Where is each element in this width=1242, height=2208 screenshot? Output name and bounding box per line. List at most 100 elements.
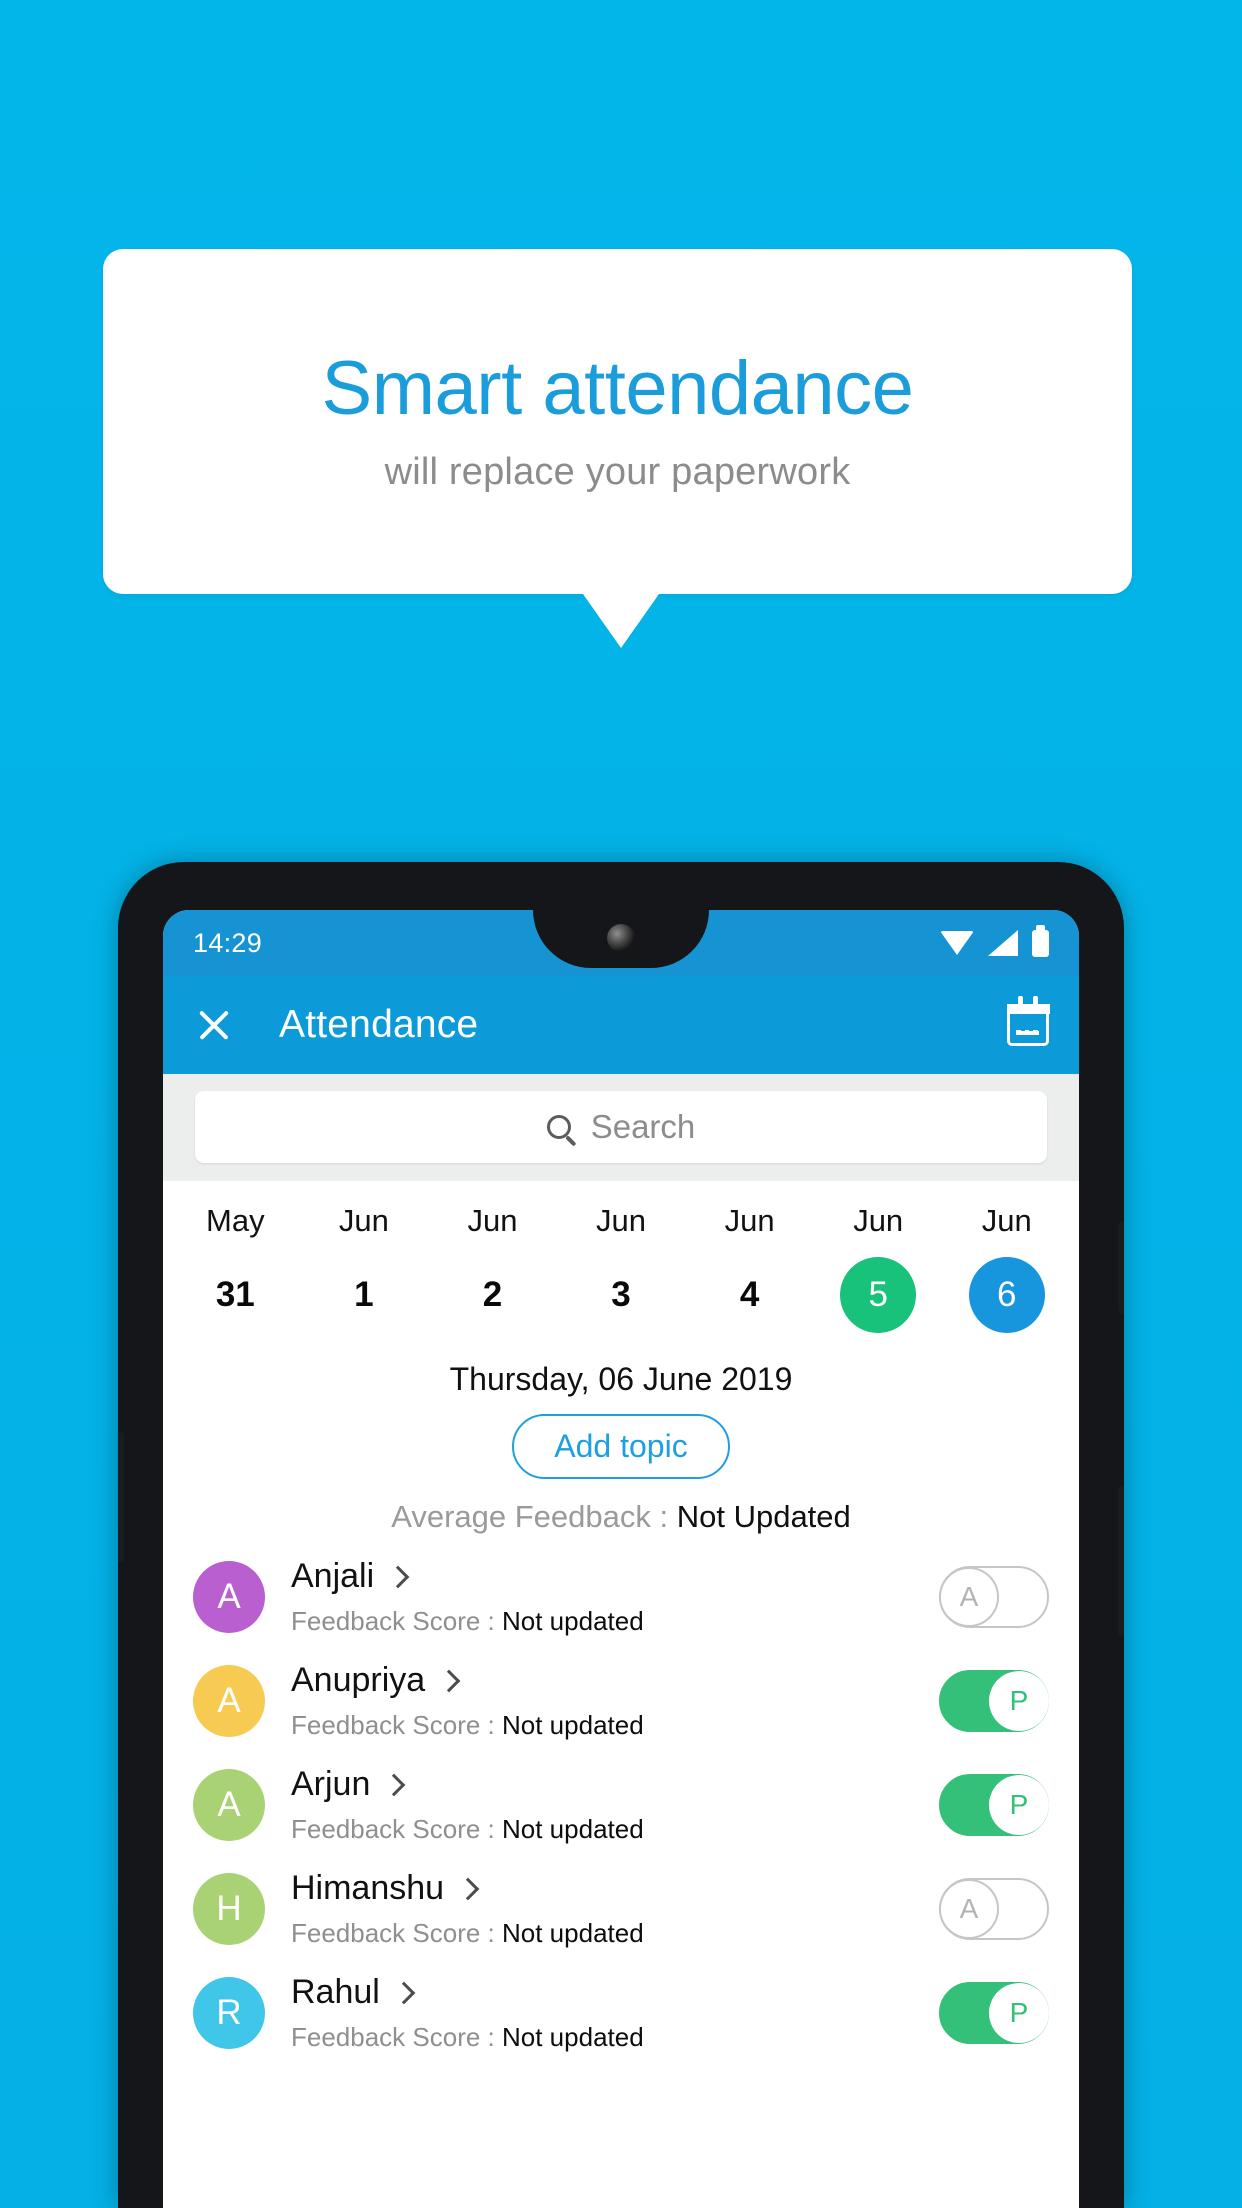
date-day-today: 5 (840, 1257, 917, 1333)
chevron-right-icon[interactable] (386, 1565, 410, 1588)
phone-screen: 14:29 Attendance Search May 31 Jun 1 Jun… (163, 910, 1079, 2208)
promo-title: Smart attendance (321, 346, 914, 432)
feedback-score: Feedback Score : Not updated (291, 1918, 939, 1949)
student-name: Anjali (291, 1557, 375, 1595)
feedback-score-value: Not updated (502, 1814, 644, 1844)
avatar: A (193, 1665, 265, 1737)
attendance-toggle[interactable]: P (939, 1774, 1049, 1836)
table-row[interactable]: A Anjali Feedback Score : Not updated A (163, 1545, 1079, 1649)
search-input[interactable]: Search (195, 1091, 1047, 1163)
student-name-row: Arjun (291, 1765, 939, 1804)
student-list: A Anjali Feedback Score : Not updated A … (163, 1545, 1079, 2065)
date-month: Jun (596, 1203, 647, 1238)
student-name-row: Anupriya (291, 1661, 939, 1700)
average-feedback-value: Not Updated (676, 1499, 851, 1534)
table-row[interactable]: H Himanshu Feedback Score : Not updated … (163, 1857, 1079, 1961)
feedback-score-label: Feedback Score : (291, 1918, 502, 1948)
phone-side-button-bottom (1118, 1486, 1124, 1636)
close-icon[interactable] (193, 1004, 235, 1046)
date-cell-5[interactable]: Jun 5 (814, 1203, 943, 1333)
battery-icon (1032, 924, 1049, 957)
feedback-score-value: Not updated (502, 1710, 644, 1740)
status-time: 14:29 (193, 927, 263, 958)
add-topic-button[interactable]: Add topic (512, 1414, 730, 1479)
feedback-score-value: Not updated (502, 2022, 644, 2052)
student-info: Himanshu Feedback Score : Not updated (291, 1869, 939, 1949)
table-row[interactable]: R Rahul Feedback Score : Not updated P (163, 1961, 1079, 2065)
student-name-row: Rahul (291, 1973, 939, 2012)
date-cell-0[interactable]: May 31 (171, 1203, 300, 1333)
date-month: Jun (724, 1203, 775, 1238)
student-info: Arjun Feedback Score : Not updated (291, 1765, 939, 1845)
promo-callout-card: Smart attendance will replace your paper… (103, 249, 1132, 594)
table-row[interactable]: A Arjun Feedback Score : Not updated P (163, 1753, 1079, 1857)
date-cell-2[interactable]: Jun 2 (428, 1203, 557, 1333)
attendance-toggle[interactable]: P (939, 1670, 1049, 1732)
table-row[interactable]: A Anupriya Feedback Score : Not updated … (163, 1649, 1079, 1753)
promo-subtitle: will replace your paperwork (384, 450, 851, 493)
attendance-toggle-knob: A (939, 1879, 999, 1939)
date-month: May (206, 1203, 265, 1238)
student-info: Rahul Feedback Score : Not updated (291, 1973, 939, 2053)
date-day: 2 (482, 1275, 503, 1314)
date-day: 31 (215, 1275, 255, 1314)
chevron-right-icon[interactable] (456, 1877, 480, 1900)
avatar: H (193, 1873, 265, 1945)
avatar: R (193, 1977, 265, 2049)
date-day: 3 (611, 1275, 631, 1314)
feedback-score: Feedback Score : Not updated (291, 1606, 939, 1637)
app-bar: Attendance (163, 976, 1079, 1074)
phone-notch (533, 910, 709, 968)
average-feedback-label: Average Feedback : (391, 1499, 677, 1534)
date-month: Jun (338, 1203, 389, 1238)
date-month: Jun (981, 1203, 1032, 1238)
page-title: Attendance (279, 1003, 479, 1046)
phone-side-button-top (1118, 1222, 1124, 1314)
date-day: 1 (354, 1275, 374, 1314)
feedback-score-label: Feedback Score : (291, 1710, 502, 1740)
attendance-toggle-knob: A (939, 1567, 999, 1627)
feedback-score-value: Not updated (502, 1606, 644, 1636)
date-month: Jun (467, 1203, 518, 1238)
wifi-icon (940, 931, 974, 955)
student-info: Anjali Feedback Score : Not updated (291, 1557, 939, 1637)
average-feedback: Average Feedback : Not Updated (163, 1499, 1079, 1535)
attendance-toggle[interactable]: A (939, 1566, 1049, 1628)
status-icon-group (940, 924, 1049, 957)
feedback-score-label: Feedback Score : (291, 1814, 502, 1844)
date-day-selected: 6 (968, 1257, 1045, 1333)
feedback-score-value: Not updated (502, 1918, 644, 1948)
calendar-icon[interactable] (1006, 996, 1050, 1046)
phone-mockup: 14:29 Attendance Search May 31 Jun 1 Jun… (118, 862, 1124, 2208)
date-cell-1[interactable]: Jun 1 (300, 1203, 429, 1333)
search-placeholder: Search (590, 1108, 696, 1145)
attendance-toggle-knob: P (989, 1983, 1049, 2043)
student-name: Arjun (291, 1765, 371, 1803)
student-name: Himanshu (291, 1869, 445, 1907)
attendance-toggle-knob: P (989, 1671, 1049, 1731)
feedback-score-label: Feedback Score : (291, 2022, 502, 2052)
date-strip: May 31 Jun 1 Jun 2 Jun 3 Jun 4 Jun 5 Jun… (163, 1181, 1079, 1337)
student-name-row: Himanshu (291, 1869, 939, 1908)
chevron-right-icon[interactable] (383, 1773, 406, 1796)
feedback-score: Feedback Score : Not updated (291, 1710, 939, 1741)
date-cell-4[interactable]: Jun 4 (685, 1203, 814, 1333)
student-name: Anupriya (291, 1661, 426, 1699)
date-cell-6[interactable]: Jun 6 (942, 1203, 1071, 1333)
attendance-toggle[interactable]: P (939, 1982, 1049, 2044)
feedback-score-label: Feedback Score : (291, 1606, 502, 1636)
date-month: Jun (853, 1203, 904, 1238)
chevron-right-icon[interactable] (392, 1981, 416, 2004)
attendance-toggle-knob: P (989, 1775, 1049, 1835)
search-icon (546, 1115, 571, 1139)
chevron-right-icon[interactable] (437, 1669, 461, 1692)
avatar: A (193, 1769, 265, 1841)
feedback-score: Feedback Score : Not updated (291, 1814, 939, 1845)
date-cell-3[interactable]: Jun 3 (557, 1203, 686, 1333)
avatar: A (193, 1561, 265, 1633)
student-name-row: Anjali (291, 1557, 939, 1596)
attendance-toggle[interactable]: A (939, 1878, 1049, 1940)
search-container: Search (163, 1074, 1079, 1181)
add-topic-container: Add topic (163, 1414, 1079, 1479)
callout-pointer (583, 594, 659, 648)
